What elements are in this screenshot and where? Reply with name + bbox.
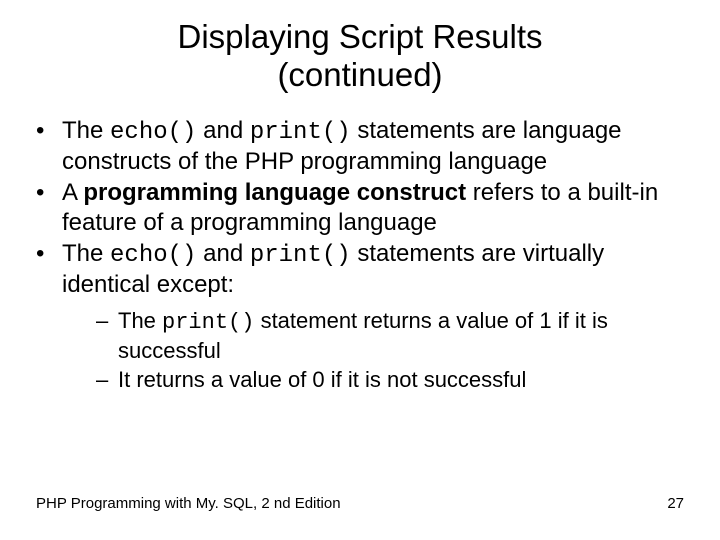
sub-2: It returns a value of 0 if it is not suc… (96, 366, 684, 394)
s1-code: print() (162, 310, 254, 335)
b3-pre: The (62, 240, 110, 267)
slide-title: Displaying Script Results (continued) (36, 18, 684, 94)
sub-1: The print() statement returns a value of… (96, 307, 684, 364)
s2-text: It returns a value of 0 if it is not suc… (118, 367, 526, 392)
b3-code1: echo() (110, 242, 196, 269)
b1-code2: print() (250, 119, 351, 146)
bullet-list: The echo() and print() statements are la… (36, 116, 684, 394)
footer: PHP Programming with My. SQL, 2 nd Editi… (36, 495, 684, 512)
s1-pre: The (118, 308, 162, 333)
b1-code1: echo() (110, 119, 196, 146)
b1-mid: and (196, 117, 249, 144)
title-line-2: (continued) (277, 56, 442, 93)
bullet-3: The echo() and print() statements are vi… (36, 239, 684, 394)
b1-pre: The (62, 117, 110, 144)
page-number: 27 (667, 495, 684, 512)
bullet-1: The echo() and print() statements are la… (36, 116, 684, 177)
footer-left: PHP Programming with My. SQL, 2 nd Editi… (36, 495, 341, 512)
title-line-1: Displaying Script Results (178, 18, 543, 55)
sub-list: The print() statement returns a value of… (62, 307, 684, 394)
bullet-2: A programming language construct refers … (36, 178, 684, 237)
b3-code2: print() (250, 242, 351, 269)
b2-pre: A (62, 179, 83, 206)
b2-bold: programming language construct (83, 179, 466, 206)
b3-mid: and (196, 240, 249, 267)
